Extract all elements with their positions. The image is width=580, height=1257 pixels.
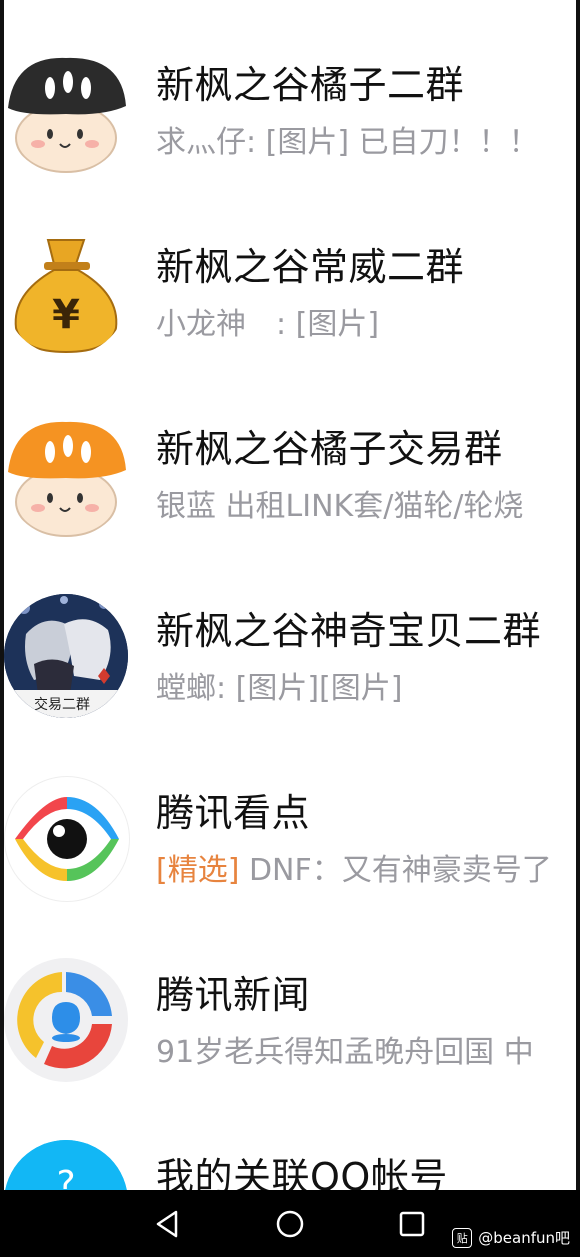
conversation-title: 新枫之谷常威二群 bbox=[156, 245, 465, 289]
anime-group-avatar: 交易二群 bbox=[4, 594, 128, 718]
back-icon[interactable] bbox=[148, 1204, 188, 1244]
conversation-item[interactable]: 新枫之谷橘子二群 求灬仔: [图片] 已自刀！！！ bbox=[0, 0, 580, 182]
svg-text:¥: ¥ bbox=[52, 292, 80, 338]
watermark-text: @beanfun吧 bbox=[478, 1229, 570, 1247]
conversation-title: 我的关联QQ帐号 bbox=[156, 1155, 448, 1190]
preview-text: DNF：又有神豪卖号了 bbox=[239, 853, 552, 888]
conversation-item[interactable]: ? 我的关联QQ帐号 bbox=[0, 1092, 580, 1190]
tieba-logo-icon: 贴 bbox=[452, 1227, 473, 1248]
conversation-title: 腾讯新闻 bbox=[156, 973, 311, 1017]
conversation-preview: 银蓝 出租LINK套/猫轮/轮烧 bbox=[156, 489, 524, 524]
conversation-item[interactable]: 腾讯看点 [精选] DNF：又有神豪卖号了 bbox=[0, 728, 580, 910]
conversation-preview: 求灬仔: [图片] 已自刀！！！ bbox=[156, 125, 539, 160]
conversation-title: 新枫之谷神奇宝贝二群 bbox=[156, 609, 542, 653]
orange-mushroom-icon bbox=[4, 414, 128, 538]
svg-text:?: ? bbox=[56, 1164, 75, 1190]
home-icon[interactable] bbox=[270, 1204, 310, 1244]
conversation-preview: 91岁老兵得知孟晚舟回国 中 bbox=[156, 1035, 534, 1070]
conversation-item[interactable]: ¥ 新枫之谷常威二群 小龙神 : [图片] bbox=[0, 182, 580, 364]
eye-logo-icon bbox=[4, 776, 130, 902]
black-mushroom-icon bbox=[4, 50, 128, 174]
watermark: 贴 @beanfun吧 bbox=[452, 1227, 570, 1248]
money-bag-icon: ¥ bbox=[4, 232, 128, 356]
conversation-list[interactable]: 新枫之谷橘子二群 求灬仔: [图片] 已自刀！！！ ¥ 新枫之谷常威二群 小龙神… bbox=[0, 0, 580, 1190]
conversation-title: 腾讯看点 bbox=[156, 791, 311, 835]
qq-link-icon: ? bbox=[4, 1140, 128, 1190]
featured-tag: [精选] bbox=[156, 853, 240, 888]
conversation-preview: 螳螂: [图片][图片] bbox=[156, 671, 403, 706]
conversation-item[interactable]: 腾讯新闻 91岁老兵得知孟晚舟回国 中 bbox=[0, 910, 580, 1092]
avatar-caption: 交易二群 bbox=[34, 697, 90, 713]
conversation-preview: [精选] DNF：又有神豪卖号了 bbox=[156, 852, 552, 890]
recent-apps-icon[interactable] bbox=[392, 1204, 432, 1244]
conversation-item[interactable]: 新枫之谷橘子交易群 银蓝 出租LINK套/猫轮/轮烧 bbox=[0, 364, 580, 546]
qq-news-logo-icon bbox=[4, 958, 128, 1082]
conversation-preview: 小龙神 : [图片] bbox=[156, 307, 380, 342]
conversation-title: 新枫之谷橘子二群 bbox=[156, 63, 465, 107]
conversation-title: 新枫之谷橘子交易群 bbox=[156, 427, 503, 471]
conversation-item[interactable]: 交易二群 新枫之谷神奇宝贝二群 螳螂: [图片][图片] bbox=[0, 546, 580, 728]
